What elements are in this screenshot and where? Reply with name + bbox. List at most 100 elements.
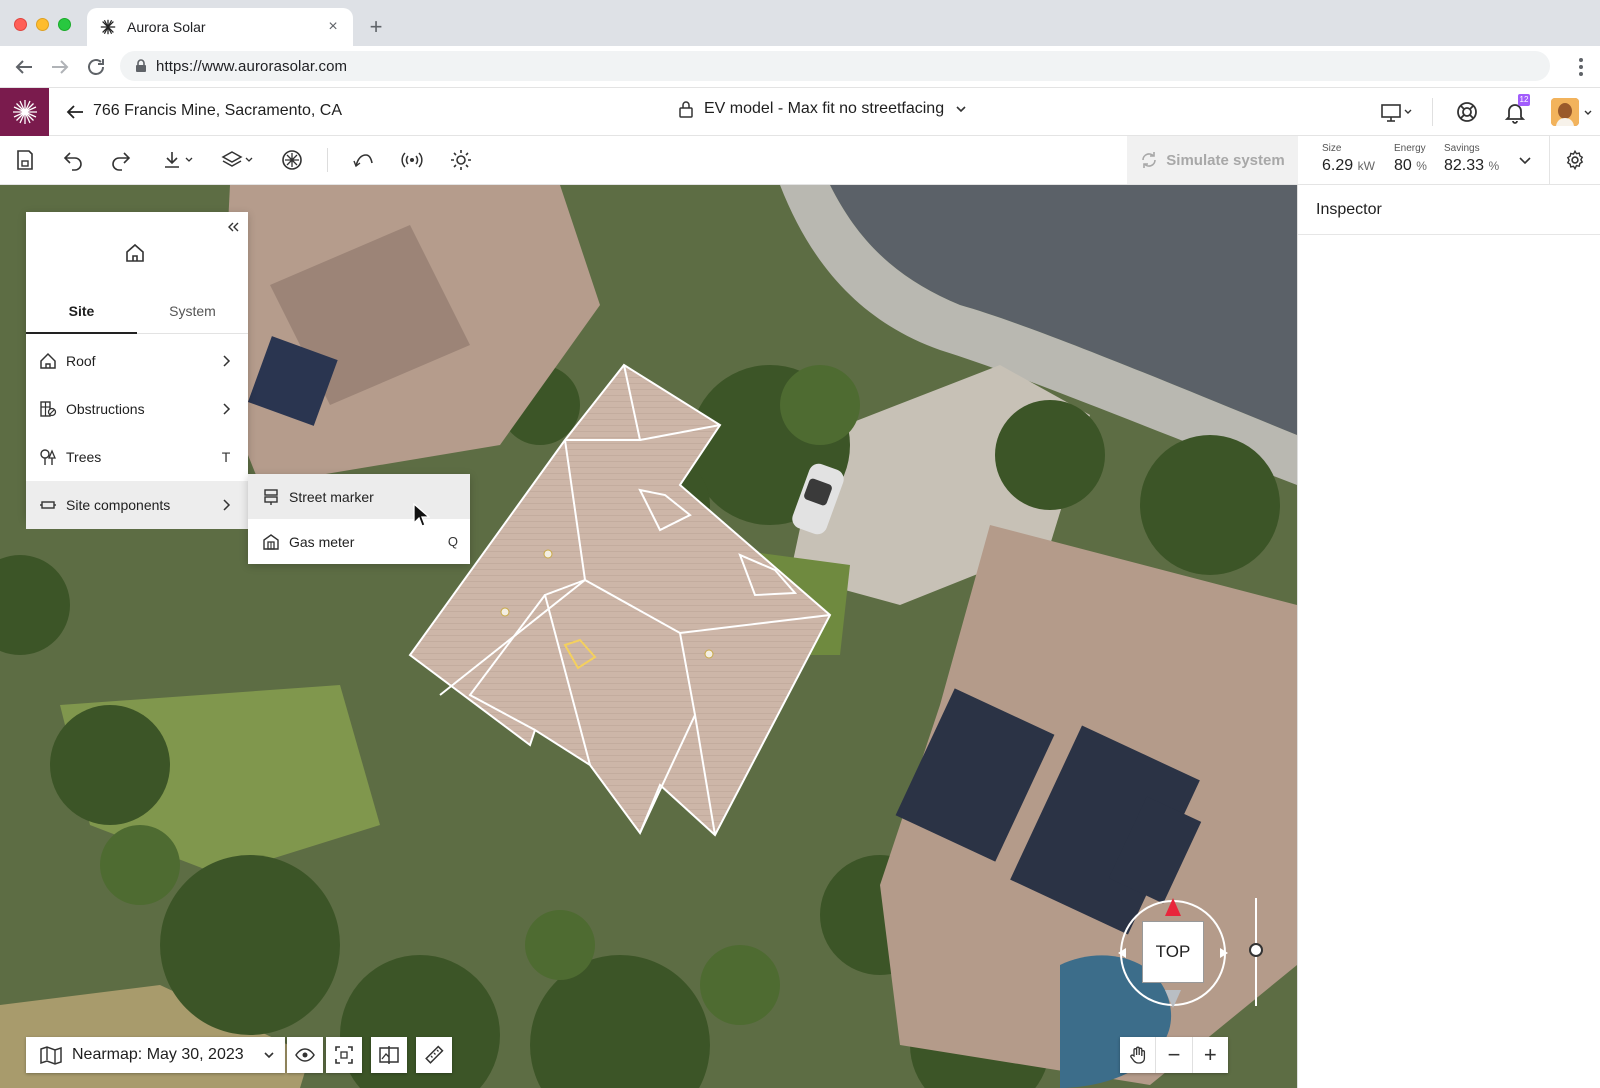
presentation-mode-button[interactable] [1380, 100, 1414, 124]
chevron-down-icon [264, 1052, 274, 1059]
imagery-source-select[interactable]: Nearmap: May 30, 2023 [26, 1037, 285, 1073]
redo-icon[interactable] [109, 148, 133, 172]
zoom-in-button[interactable]: + [1193, 1037, 1228, 1073]
sun-icon[interactable] [449, 148, 473, 172]
metric-savings: Savings 82.33 % [1444, 143, 1499, 175]
metrics-expand-chevron-icon[interactable] [1515, 150, 1535, 170]
zoom-controls: − + [1120, 1037, 1228, 1073]
tab-title: Aurora Solar [127, 19, 206, 35]
collapse-panel-icon[interactable] [226, 220, 240, 234]
top-view-button[interactable]: TOP [1142, 921, 1204, 983]
metric-value: 82.33 [1444, 157, 1485, 174]
hand-icon [1129, 1046, 1145, 1064]
menu-item-roof[interactable]: Roof [26, 337, 248, 385]
design-selector[interactable]: EV model - Max fit no streetfacing [678, 100, 968, 118]
menu-item-label: Trees [66, 449, 102, 465]
map-compare-icon [379, 1046, 399, 1064]
inspector-panel: Inspector [1297, 185, 1600, 1088]
user-avatar-image [1551, 98, 1579, 126]
new-tab-button[interactable]: + [364, 16, 388, 40]
tilt-slider-handle[interactable] [1249, 943, 1263, 957]
simulate-system-button[interactable]: Simulate system [1127, 136, 1298, 184]
aurora-ai-icon[interactable] [280, 148, 304, 172]
header-divider [1432, 98, 1433, 126]
zoom-out-button[interactable]: − [1156, 1037, 1193, 1073]
design-name: EV model - Max fit no streetfacing [704, 100, 945, 117]
design-toolbar: Simulate system Size 6.29 kW Energy 80 %… [0, 136, 1600, 185]
eye-icon [295, 1048, 315, 1062]
url-text: https://www.aurorasolar.com [156, 57, 348, 75]
submenu-item-label: Street marker [289, 488, 374, 505]
back-arrow-icon[interactable] [64, 101, 86, 123]
aurora-favicon-icon [99, 18, 117, 36]
notification-badge: 12 [1518, 94, 1530, 106]
menu-item-label: Site components [66, 497, 171, 513]
browser-tab[interactable]: Aurora Solar × [87, 8, 353, 46]
imagery-compare-button[interactable] [371, 1037, 407, 1073]
metric-label: Energy [1394, 143, 1426, 154]
window-minimize-button[interactable] [36, 18, 49, 31]
project-address: 766 Francis Mine, Sacramento, CA [93, 102, 342, 119]
submenu-item-label: Gas meter [289, 533, 355, 550]
menu-item-label: Obstructions [66, 401, 145, 417]
site-tools-panel: Site System Roof Obstructions Trees T Si… [26, 212, 248, 529]
layers-icon[interactable] [220, 148, 254, 172]
window-close-button[interactable] [14, 18, 27, 31]
fit-view-button[interactable] [326, 1037, 362, 1073]
pan-tool-button[interactable] [1120, 1037, 1157, 1073]
street-marker-icon [264, 488, 278, 505]
menu-item-obstructions[interactable]: Obstructions [26, 385, 248, 433]
address-bar[interactable]: https://www.aurorasolar.com [120, 51, 1550, 81]
visibility-toggle-button[interactable] [287, 1037, 323, 1073]
menu-item-site-components[interactable]: Site components [26, 481, 248, 529]
signal-icon[interactable] [400, 148, 424, 172]
metric-value: 80 [1394, 157, 1412, 174]
metric-label: Savings [1444, 143, 1480, 154]
measure-button[interactable] [416, 1037, 452, 1073]
submenu-item-gas-meter[interactable]: Gas meter Q [248, 519, 470, 564]
app-header: 766 Francis Mine, Sacramento, CA EV mode… [0, 88, 1600, 136]
panel-tabs: Site System [26, 292, 248, 334]
metric-energy: Energy 80 % [1394, 143, 1427, 175]
window-zoom-button[interactable] [58, 18, 71, 31]
roof-icon [40, 352, 56, 369]
gas-meter-icon [263, 533, 279, 550]
site-components-submenu: Street marker Gas meter Q [248, 474, 470, 564]
chevron-right-icon [223, 355, 231, 367]
back-icon[interactable] [12, 55, 36, 79]
imagery-label: Nearmap: May 30, 2023 [72, 1046, 244, 1063]
refresh-icon [1142, 152, 1157, 168]
metric-value: 6.29 [1322, 157, 1354, 174]
shortcut-key: Q [447, 534, 458, 549]
submenu-item-street-marker[interactable]: Street marker [248, 474, 470, 519]
home-icon [126, 243, 144, 262]
tab-close-icon[interactable]: × [325, 19, 341, 35]
undo-icon[interactable] [61, 148, 85, 172]
menu-item-trees[interactable]: Trees T [26, 433, 248, 481]
menu-item-label: Roof [66, 353, 96, 369]
reload-icon[interactable] [84, 55, 108, 79]
avatar[interactable] [1551, 98, 1579, 126]
simulate-label: Simulate system [1166, 151, 1285, 169]
forward-icon[interactable] [48, 55, 72, 79]
browser-menu-icon[interactable] [1578, 56, 1584, 78]
aurora-logo[interactable] [0, 88, 49, 136]
gear-icon [1566, 149, 1584, 171]
arc-tool-icon[interactable] [352, 148, 376, 172]
monitor-icon [1381, 104, 1412, 122]
chevron-down-icon [956, 106, 966, 113]
map-icon [40, 1046, 62, 1065]
save-icon[interactable] [13, 148, 37, 172]
shortcut-key: T [221, 449, 231, 465]
tree-icon [40, 449, 56, 465]
settings-button[interactable] [1549, 136, 1600, 184]
tab-site[interactable]: Site [26, 292, 137, 334]
metric-label: Size [1322, 143, 1342, 154]
download-icon[interactable] [161, 148, 195, 172]
help-lifebuoy-icon[interactable] [1455, 100, 1479, 124]
browser-tabstrip: Aurora Solar × + [0, 0, 1600, 46]
avatar-chevron-icon[interactable] [1583, 108, 1593, 118]
metric-unit: % [1488, 159, 1500, 173]
mouse-cursor-icon [413, 502, 430, 527]
tab-system[interactable]: System [137, 292, 248, 333]
